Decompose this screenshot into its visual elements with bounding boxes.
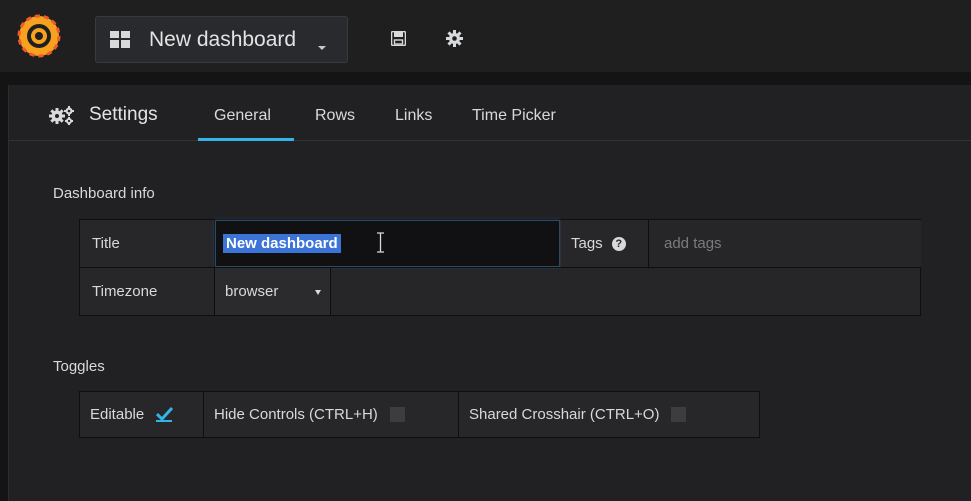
shared-crosshair-checkbox[interactable]: [671, 407, 687, 422]
title-input-value: New dashboard: [223, 234, 341, 253]
toggles-form: Editable Hide Controls (CTRL+H) Shared C…: [79, 391, 760, 438]
top-navbar: New dashboard: [0, 0, 971, 72]
tags-label: Tags ?: [561, 220, 649, 267]
timezone-select[interactable]: browser: [215, 268, 331, 315]
settings-title: Settings: [89, 104, 158, 125]
toggle-shared-crosshair-label: Shared Crosshair (CTRL+O): [469, 406, 660, 423]
help-icon[interactable]: ?: [611, 236, 626, 251]
toggles-heading: Toggles: [53, 358, 105, 375]
tab-links[interactable]: Links: [395, 107, 432, 125]
toggle-hide-controls[interactable]: Hide Controls (CTRL+H): [204, 392, 459, 437]
active-tab-indicator: [198, 138, 294, 141]
tags-placeholder: add tags: [664, 235, 722, 252]
caret-down-icon: [315, 290, 321, 295]
toggle-shared-crosshair[interactable]: Shared Crosshair (CTRL+O): [459, 392, 759, 437]
checkmark-icon: [156, 406, 174, 422]
dashboard-info-heading: Dashboard info: [53, 185, 155, 202]
tab-general[interactable]: General: [214, 107, 271, 125]
settings-header: Settings General Rows Links Time Picker: [9, 85, 971, 141]
dashboard-title: New dashboard: [149, 28, 297, 51]
tags-label-text: Tags: [571, 235, 603, 252]
editable-checkbox[interactable]: [156, 406, 174, 422]
grafana-logo-icon[interactable]: [17, 14, 61, 58]
dashboard-info-form: Title New dashboard Tags ? add tags Time…: [79, 219, 921, 316]
settings-panel: Settings General Rows Links Time Picker …: [8, 85, 971, 501]
tab-time-picker[interactable]: Time Picker: [472, 107, 556, 125]
cogs-icon: [49, 106, 74, 125]
gear-icon[interactable]: [446, 30, 463, 47]
toggle-hide-controls-label: Hide Controls (CTRL+H): [214, 406, 378, 423]
hide-controls-checkbox[interactable]: [389, 407, 405, 422]
dashboard-picker-button[interactable]: New dashboard: [95, 16, 348, 63]
title-label-text: Title: [92, 235, 120, 252]
chevron-down-icon: [318, 46, 326, 50]
title-label: Title: [80, 220, 215, 267]
title-input[interactable]: New dashboard: [215, 220, 560, 267]
timezone-label-text: Timezone: [92, 283, 158, 300]
tags-input[interactable]: add tags: [650, 220, 921, 267]
toggle-editable-label: Editable: [90, 406, 145, 423]
timezone-value: browser: [225, 283, 279, 300]
timezone-label: Timezone: [80, 268, 215, 315]
dashboard-grid-icon: [110, 31, 130, 48]
toggle-editable[interactable]: Editable: [80, 392, 204, 437]
save-icon[interactable]: [391, 31, 406, 46]
text-cursor-icon: [377, 232, 384, 253]
tab-rows[interactable]: Rows: [315, 107, 355, 125]
